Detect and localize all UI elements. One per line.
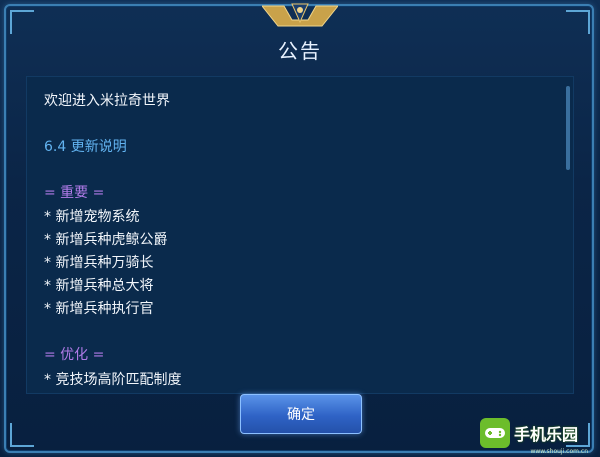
list-item: * 新增兵种总大将 — [44, 278, 154, 294]
welcome-text: 欢迎进入米拉奇世界 — [44, 93, 170, 109]
watermark-logo: 手机乐园 — [480, 417, 590, 449]
section-optimize-heading: = 优化 = — [44, 347, 105, 363]
watermark-text: 手机乐园 — [514, 425, 579, 444]
watermark-url: www.shouji.com.cn — [530, 448, 588, 455]
announcement-dialog: 公告 欢迎进入米拉奇世界 6.4 更新说明 = 重要 = * 新增宠物系统 * … — [0, 0, 600, 457]
list-item: * 竞技场高阶匹配制度 — [44, 372, 182, 388]
section-important-heading: = 重要 = — [44, 185, 105, 201]
dialog-header: 公告 — [8, 24, 592, 74]
list-item: * 新增兵种执行官 — [44, 301, 154, 317]
list-item: * 新增宠物系统 — [44, 209, 140, 225]
list-item: * 新增兵种虎鲸公爵 — [44, 232, 168, 248]
confirm-button[interactable]: 确定 — [240, 394, 362, 434]
list-item: * 新增兵种万骑长 — [44, 255, 154, 271]
version-note: 6.4 更新说明 — [44, 139, 127, 155]
gamepad-icon — [480, 418, 510, 448]
corner-ornament — [10, 423, 34, 447]
dialog-title: 公告 — [278, 38, 322, 63]
content-scrollbar[interactable] — [566, 86, 570, 170]
